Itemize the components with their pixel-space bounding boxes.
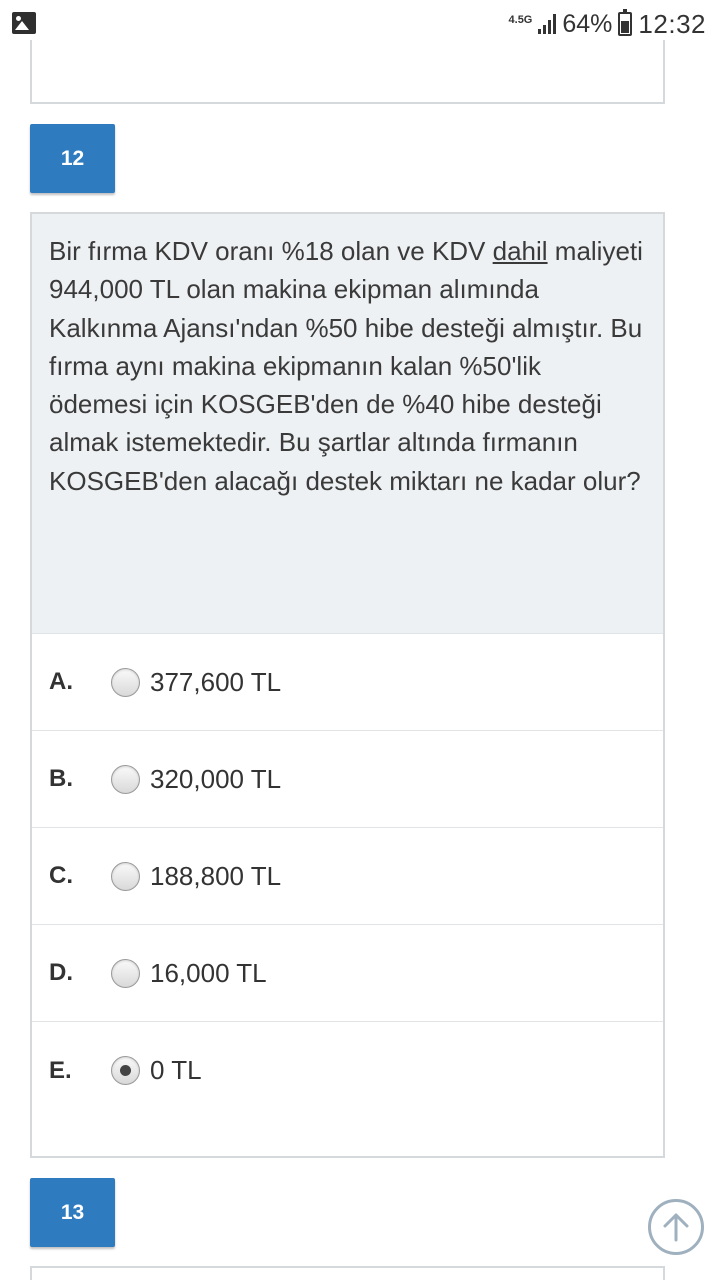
- option-letter: C.: [49, 862, 73, 889]
- question-text: Bir fırma KDV oranı %18 olan ve KDV dahi…: [32, 214, 663, 634]
- question-number-badge: 12: [30, 124, 115, 193]
- battery-percentage: 64%: [562, 9, 613, 38]
- option-label[interactable]: 377,600 TL: [150, 667, 281, 698]
- option-label[interactable]: 320,000 TL: [150, 764, 281, 795]
- radio-button[interactable]: [111, 764, 140, 794]
- gallery-icon: [12, 12, 36, 34]
- arrow-up-icon: [663, 1213, 689, 1242]
- option-letter: B.: [49, 765, 73, 792]
- radio-button[interactable]: [111, 958, 140, 988]
- next-question-card: [30, 1266, 665, 1280]
- option-label[interactable]: 188,800 TL: [150, 861, 281, 892]
- option-label[interactable]: 0 TL: [150, 1055, 202, 1086]
- clock: 12:32: [638, 8, 706, 39]
- answer-option-a[interactable]: A. 377,600 TL: [32, 634, 663, 731]
- signal-icon: [538, 14, 557, 34]
- network-type: 4.5G: [508, 14, 533, 26]
- scroll-to-top-button[interactable]: [648, 1199, 704, 1255]
- radio-button[interactable]: [111, 861, 140, 891]
- previous-question-card: [30, 40, 665, 104]
- question-number-badge: 13: [30, 1178, 115, 1247]
- question-card: Bir fırma KDV oranı %18 olan ve KDV dahi…: [30, 212, 665, 1158]
- radio-button[interactable]: [111, 667, 140, 697]
- option-label[interactable]: 16,000 TL: [150, 958, 267, 989]
- battery-icon: [618, 9, 633, 36]
- question-text-part: Bir fırma KDV oranı %18 olan ve KDV: [49, 236, 493, 266]
- option-letter: A.: [49, 668, 73, 695]
- radio-button-selected[interactable]: [111, 1056, 140, 1085]
- answer-option-b[interactable]: B. 320,000 TL: [32, 731, 663, 828]
- option-letter: D.: [49, 959, 73, 986]
- question-text-part: maliyeti 944,000 TL olan makina ekipman …: [49, 236, 643, 496]
- answer-option-e[interactable]: E. 0 TL: [32, 1022, 663, 1119]
- question-text-underlined: dahil: [492, 236, 548, 266]
- status-indicators: 4.5G 64% 12:32: [509, 6, 706, 42]
- answer-option-c[interactable]: C. 188,800 TL: [32, 828, 663, 925]
- option-letter: E.: [49, 1056, 72, 1084]
- answer-option-d[interactable]: D. 16,000 TL: [32, 925, 663, 1022]
